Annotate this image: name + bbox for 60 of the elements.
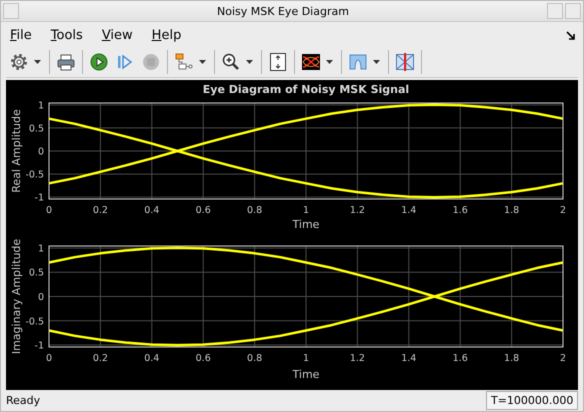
- caret-icon: [326, 60, 333, 64]
- tick-label: 1: [38, 100, 44, 112]
- tick-label: 0.4: [144, 352, 160, 364]
- tick-label: 0.6: [196, 204, 211, 216]
- tick-label: 0.5: [28, 123, 44, 134]
- window-title: Noisy MSK Eye Diagram: [216, 4, 350, 18]
- gear-icon: [9, 52, 29, 72]
- tick-label: 2: [560, 204, 566, 216]
- tick-label: 0.2: [92, 204, 108, 216]
- arrow-icon[interactable]: [566, 30, 576, 41]
- chart-title: Eye Diagram of Noisy MSK Signal: [202, 82, 410, 96]
- crossed-box-icon: [395, 52, 415, 72]
- tick-label: 1.6: [452, 352, 468, 364]
- caret-icon: [373, 60, 380, 64]
- tick-label: 1: [302, 352, 310, 364]
- tick-label: 0.8: [247, 204, 262, 216]
- tick-label: 0.5: [28, 267, 44, 278]
- tick-label: -1: [34, 192, 44, 204]
- tick-label: 0.4: [144, 204, 160, 216]
- tick-label: 0: [46, 204, 52, 216]
- tick-label: 0: [46, 352, 52, 364]
- tick-label: 1.8: [504, 204, 520, 216]
- caret-icon: [246, 60, 253, 64]
- tick-label: 0: [38, 292, 44, 303]
- menu-item[interactable]: Tools: [50, 28, 83, 44]
- zoom-in-icon: [221, 52, 241, 72]
- bars-icon: [348, 52, 368, 72]
- block-diagram-icon: [174, 52, 194, 72]
- axis-label: Time: [292, 218, 320, 231]
- tick-label: -0.5: [25, 169, 44, 180]
- tick-label: 1.2: [350, 204, 365, 216]
- status-text: Ready: [6, 394, 40, 407]
- menu-item[interactable]: View: [102, 28, 133, 44]
- menu-item[interactable]: Help: [152, 28, 182, 44]
- tick-label: 2: [560, 352, 566, 364]
- tick-label: 1.4: [401, 204, 416, 216]
- tick-label: 1.2: [350, 352, 365, 364]
- time-field: T=100000.000: [486, 390, 578, 410]
- axis-label: Time: [292, 368, 320, 381]
- caret-icon: [34, 60, 41, 64]
- tick-label: 1: [302, 204, 310, 216]
- tick-label: 1.6: [452, 204, 468, 216]
- axis-label: Imaginary Amplitude: [10, 238, 23, 354]
- tick-label: 0.2: [92, 352, 108, 364]
- tick-label: 0: [38, 146, 44, 158]
- eye-diagram-icon: [301, 52, 321, 72]
- tick-label: 1: [38, 243, 44, 254]
- tick-label: 0.8: [247, 352, 262, 364]
- stop-icon: [141, 52, 161, 72]
- tick-label: -1: [34, 340, 44, 352]
- tick-label: 1.4: [401, 352, 416, 364]
- vertical-arrows-icon: [268, 52, 288, 72]
- tick-label: 1.8: [504, 352, 520, 364]
- tick-label: -0.5: [25, 316, 44, 327]
- tick-label: 0.6: [196, 352, 211, 364]
- play-icon: [89, 52, 109, 72]
- caret-icon: [199, 60, 206, 64]
- axis-label: Real Amplitude: [10, 108, 23, 192]
- printer-icon: [56, 52, 76, 72]
- menu-item[interactable]: File: [10, 28, 32, 44]
